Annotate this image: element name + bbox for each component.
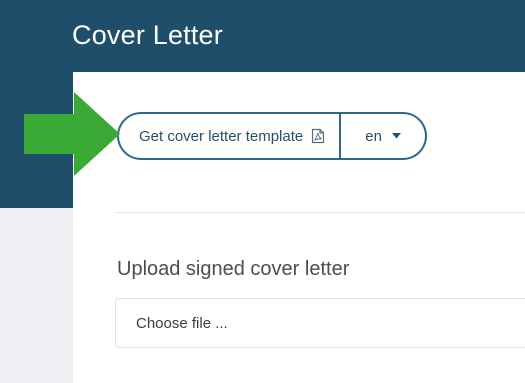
file-input[interactable]: Choose file ...	[115, 298, 525, 348]
pdf-file-icon	[311, 128, 325, 144]
upload-label: Upload signed cover letter	[117, 258, 350, 280]
get-template-label: Get cover letter template	[139, 127, 304, 145]
get-template-button[interactable]: Get cover letter template	[117, 112, 341, 160]
template-button-group: Get cover letter template en	[117, 112, 427, 160]
caret-down-icon	[391, 133, 401, 139]
section-divider	[115, 212, 525, 213]
page-title: Cover Letter	[72, 20, 223, 50]
language-value: en	[365, 127, 382, 145]
language-dropdown[interactable]: en	[340, 112, 427, 160]
file-input-placeholder: Choose file ...	[136, 314, 228, 332]
green-arrow-pointer	[24, 92, 144, 176]
